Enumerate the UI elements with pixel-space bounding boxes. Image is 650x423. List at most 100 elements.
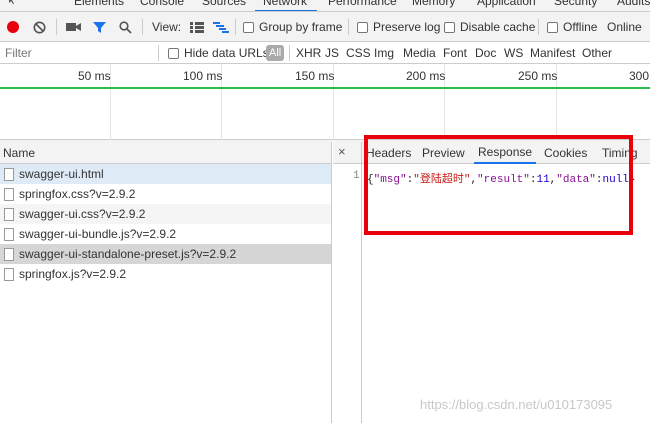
clear-button[interactable] <box>33 12 46 42</box>
filter-manifest[interactable]: Manifest <box>530 42 575 64</box>
preserve-log-label: Preserve log <box>373 20 441 34</box>
tab-network[interactable]: Network <box>263 0 307 8</box>
close-details-button[interactable]: × <box>338 144 346 159</box>
group-by-frame-label: Group by frame <box>259 20 343 34</box>
request-row[interactable]: springfox.js?v=2.9.2 <box>0 264 331 284</box>
offline-label: Offline <box>563 20 598 34</box>
json-key: "result" <box>477 174 530 186</box>
checkbox-box[interactable] <box>357 21 368 33</box>
request-name: swagger-ui.html <box>19 167 104 181</box>
filter-js[interactable]: JS <box>325 42 339 64</box>
large-rows-button[interactable] <box>190 12 204 42</box>
toolbar-divider <box>538 19 539 35</box>
filter-input[interactable] <box>2 44 152 62</box>
throttling-select[interactable]: Online <box>607 12 642 42</box>
checkbox-box[interactable] <box>444 21 455 33</box>
tab-console[interactable]: Console <box>140 0 184 8</box>
json-key: "msg" <box>373 174 407 186</box>
request-row[interactable]: swagger-ui.html <box>0 164 331 184</box>
timeline-tick-label: 200 ms <box>406 69 446 83</box>
filter-font[interactable]: Font <box>443 42 467 64</box>
tab-response[interactable]: Response <box>474 142 537 164</box>
json-punct: : <box>595 174 603 186</box>
overview-button[interactable] <box>213 12 229 42</box>
timeline-load-bar <box>0 87 650 89</box>
disable-cache-checkbox[interactable]: Disable cache <box>444 12 535 42</box>
tab-application[interactable]: Application <box>477 0 536 8</box>
tab-memory[interactable]: Memory <box>412 0 455 8</box>
filter-all-button[interactable]: All <box>266 42 285 64</box>
filter-css[interactable]: CSS <box>346 42 371 64</box>
filter-img[interactable]: Img <box>374 42 394 64</box>
tab-headers[interactable]: Headers <box>366 142 411 164</box>
filter-ws[interactable]: WS <box>504 42 523 64</box>
json-number-value: 11 <box>536 174 550 186</box>
timeline-tick-label: 250 ms <box>518 69 558 83</box>
offline-checkbox[interactable]: Offline <box>547 12 597 42</box>
group-by-frame-checkbox[interactable]: Group by frame <box>243 12 342 42</box>
name-column-header[interactable]: Name <box>0 142 331 164</box>
filter-divider <box>289 45 290 61</box>
request-row[interactable]: springfox.css?v=2.9.2 <box>0 184 331 204</box>
inspect-element-icon[interactable] <box>8 0 22 10</box>
timeline-tick-label: 50 ms <box>78 69 111 83</box>
request-name: swagger-ui-bundle.js?v=2.9.2 <box>19 227 177 241</box>
timeline-tick-label: 300 <box>629 69 650 83</box>
filter-bar: Hide data URLs All XHR JS CSS Img Media … <box>0 42 650 64</box>
request-list: Name swagger-ui.html springfox.css?v=2.9… <box>0 142 332 423</box>
json-string-value: "登陆超时" <box>413 174 471 186</box>
filter-all-label: All <box>266 45 285 61</box>
file-icon <box>4 167 14 181</box>
record-button[interactable] <box>7 12 19 42</box>
checkbox-box[interactable] <box>243 21 254 33</box>
screenshots-button[interactable] <box>66 12 82 42</box>
record-icon <box>7 21 19 33</box>
request-name: springfox.css?v=2.9.2 <box>19 187 136 201</box>
tab-audits[interactable]: Audits <box>617 0 650 8</box>
request-name: springfox.js?v=2.9.2 <box>19 267 127 281</box>
toolbar-divider <box>142 19 143 35</box>
request-name: swagger-ui-standalone-preset.js?v=2.9.2 <box>19 247 237 261</box>
hide-data-urls-label: Hide data URLs <box>184 46 269 60</box>
filter-toggle-button[interactable] <box>93 12 106 42</box>
request-row[interactable]: swagger-ui-bundle.js?v=2.9.2 <box>0 224 331 244</box>
checkbox-box[interactable] <box>168 47 179 59</box>
file-icon <box>4 227 14 241</box>
checkbox-box[interactable] <box>547 21 558 33</box>
waterfall-icon <box>213 21 229 33</box>
search-button[interactable] <box>119 12 132 42</box>
json-null-value: null <box>602 174 629 186</box>
filter-divider <box>158 45 159 61</box>
tab-preview[interactable]: Preview <box>422 142 465 164</box>
devtools-tab-bar: Elements Console Sources Network Perform… <box>0 0 650 12</box>
filter-media[interactable]: Media <box>403 42 436 64</box>
request-row[interactable]: swagger-ui-standalone-preset.js?v=2.9.2 <box>0 244 331 264</box>
filter-doc[interactable]: Doc <box>475 42 496 64</box>
hide-data-urls-checkbox[interactable]: Hide data URLs <box>168 42 269 64</box>
clear-icon <box>33 21 46 33</box>
tab-performance[interactable]: Performance <box>328 0 397 8</box>
json-punct: } <box>628 174 636 186</box>
tab-elements[interactable]: Elements <box>74 0 124 8</box>
tab-timing[interactable]: Timing <box>602 142 638 164</box>
filter-xhr[interactable]: XHR <box>296 42 321 64</box>
timeline-overview[interactable]: 50 ms 100 ms 150 ms 200 ms 250 ms 300 <box>0 64 650 140</box>
list-view-icon <box>190 21 204 33</box>
response-body[interactable]: {"msg":"登陆超时","result":11,"data":null} <box>367 170 636 186</box>
request-details: × Headers Preview Response Cookies Timin… <box>333 142 650 423</box>
preserve-log-checkbox[interactable]: Preserve log <box>357 12 440 42</box>
filter-other[interactable]: Other <box>582 42 612 64</box>
request-name: swagger-ui.css?v=2.9.2 <box>19 207 146 221</box>
tab-sources[interactable]: Sources <box>202 0 246 8</box>
toolbar-divider <box>56 19 57 35</box>
tab-cookies[interactable]: Cookies <box>544 142 587 164</box>
file-icon <box>4 207 14 221</box>
file-icon <box>4 247 14 261</box>
tab-security[interactable]: Security <box>554 0 597 8</box>
file-icon <box>4 267 14 281</box>
video-camera-icon <box>66 23 81 31</box>
request-row[interactable]: swagger-ui.css?v=2.9.2 <box>0 204 331 224</box>
details-tab-bar: × Headers Preview Response Cookies Timin… <box>333 142 650 164</box>
view-label: View: <box>152 20 182 34</box>
toolbar-divider <box>235 19 236 35</box>
